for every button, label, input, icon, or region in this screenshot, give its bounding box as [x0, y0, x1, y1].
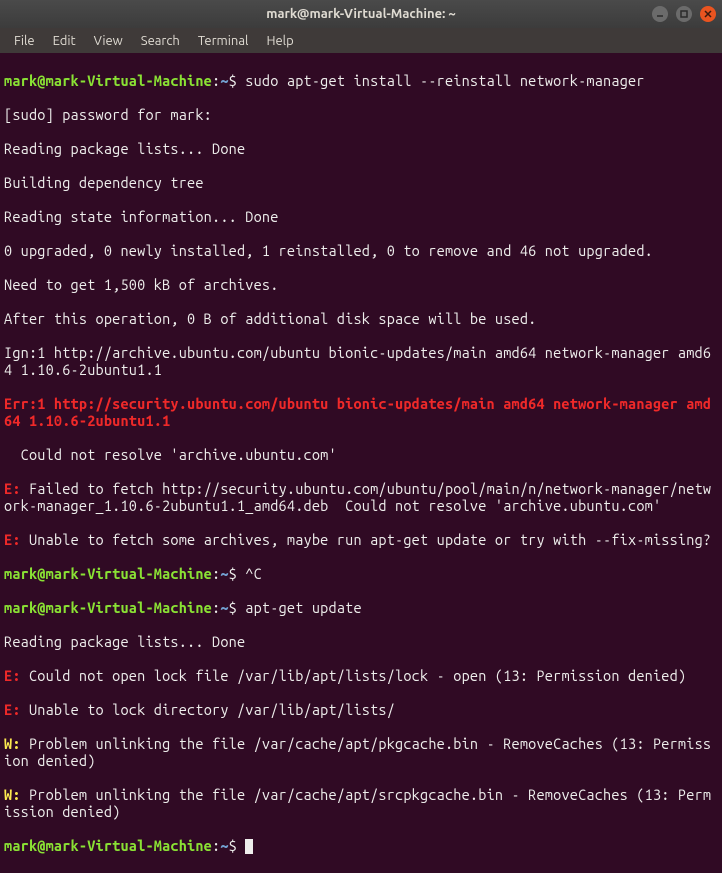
command-text: apt-get update — [245, 599, 361, 616]
menu-terminal[interactable]: Terminal — [190, 31, 257, 51]
prompt-path: ~ — [220, 837, 228, 854]
cursor — [245, 839, 253, 854]
error-prefix: E: — [4, 480, 29, 497]
output-line: Reading state information... Done — [4, 208, 718, 225]
prompt-colon: : — [212, 837, 220, 854]
minimize-icon — [656, 10, 664, 18]
window-controls — [652, 6, 716, 22]
menu-search[interactable]: Search — [133, 31, 188, 51]
terminal-content[interactable]: mark@mark-Virtual-Machine:~$ sudo apt-ge… — [0, 53, 722, 873]
minimize-button[interactable] — [652, 6, 668, 22]
maximize-button[interactable] — [676, 6, 692, 22]
prompt-path: ~ — [220, 72, 228, 89]
window-title: mark@mark-Virtual-Machine: ~ — [266, 7, 455, 21]
titlebar: mark@mark-Virtual-Machine: ~ — [0, 0, 722, 28]
command-text: ^C — [245, 565, 262, 582]
menu-file[interactable]: File — [6, 31, 43, 51]
maximize-icon — [680, 10, 688, 18]
error-text: Unable to fetch some archives, maybe run… — [29, 531, 711, 548]
close-icon — [704, 10, 712, 18]
prompt-user: mark@mark-Virtual-Machine — [4, 599, 212, 616]
warning-prefix: W: — [4, 786, 29, 803]
error-prefix: E: — [4, 667, 29, 684]
error-line: Err:1 http://security.ubuntu.com/ubuntu … — [4, 395, 711, 429]
menu-view[interactable]: View — [86, 31, 131, 51]
error-text: Could not open lock file /var/lib/apt/li… — [29, 667, 686, 684]
prompt-dollar: $ — [229, 599, 246, 616]
prompt-user: mark@mark-Virtual-Machine — [4, 565, 212, 582]
warning-text: Problem unlinking the file /var/cache/ap… — [4, 786, 711, 820]
output-line: Reading package lists... Done — [4, 140, 718, 157]
warning-prefix: W: — [4, 735, 29, 752]
output-line: Could not resolve 'archive.ubuntu.com' — [4, 446, 718, 463]
menubar: File Edit View Search Terminal Help — [0, 28, 722, 53]
menu-edit[interactable]: Edit — [45, 31, 84, 51]
command-text: sudo apt-get install --reinstall network… — [245, 72, 644, 89]
error-text: Unable to lock directory /var/lib/apt/li… — [29, 701, 395, 718]
close-button[interactable] — [700, 6, 716, 22]
output-line: Building dependency tree — [4, 174, 718, 191]
output-line: After this operation, 0 B of additional … — [4, 310, 718, 327]
warning-text: Problem unlinking the file /var/cache/ap… — [4, 735, 711, 769]
output-line: Ign:1 http://archive.ubuntu.com/ubuntu b… — [4, 344, 718, 378]
error-text: Failed to fetch http://security.ubuntu.c… — [4, 480, 711, 514]
menu-help[interactable]: Help — [258, 31, 301, 51]
prompt-user: mark@mark-Virtual-Machine — [4, 72, 212, 89]
prompt-user: mark@mark-Virtual-Machine — [4, 837, 212, 854]
error-prefix: E: — [4, 531, 29, 548]
output-line: Need to get 1,500 kB of archives. — [4, 276, 718, 293]
prompt-dollar: $ — [229, 837, 246, 854]
prompt-colon: : — [212, 599, 220, 616]
output-line: [sudo] password for mark: — [4, 106, 718, 123]
prompt-dollar: $ — [229, 72, 246, 89]
error-prefix: E: — [4, 701, 29, 718]
prompt-dollar: $ — [229, 565, 246, 582]
output-line: 0 upgraded, 0 newly installed, 1 reinsta… — [4, 242, 718, 259]
prompt-path: ~ — [220, 565, 228, 582]
output-line: Reading package lists... Done — [4, 633, 718, 650]
prompt-path: ~ — [220, 599, 228, 616]
prompt-colon: : — [212, 565, 220, 582]
